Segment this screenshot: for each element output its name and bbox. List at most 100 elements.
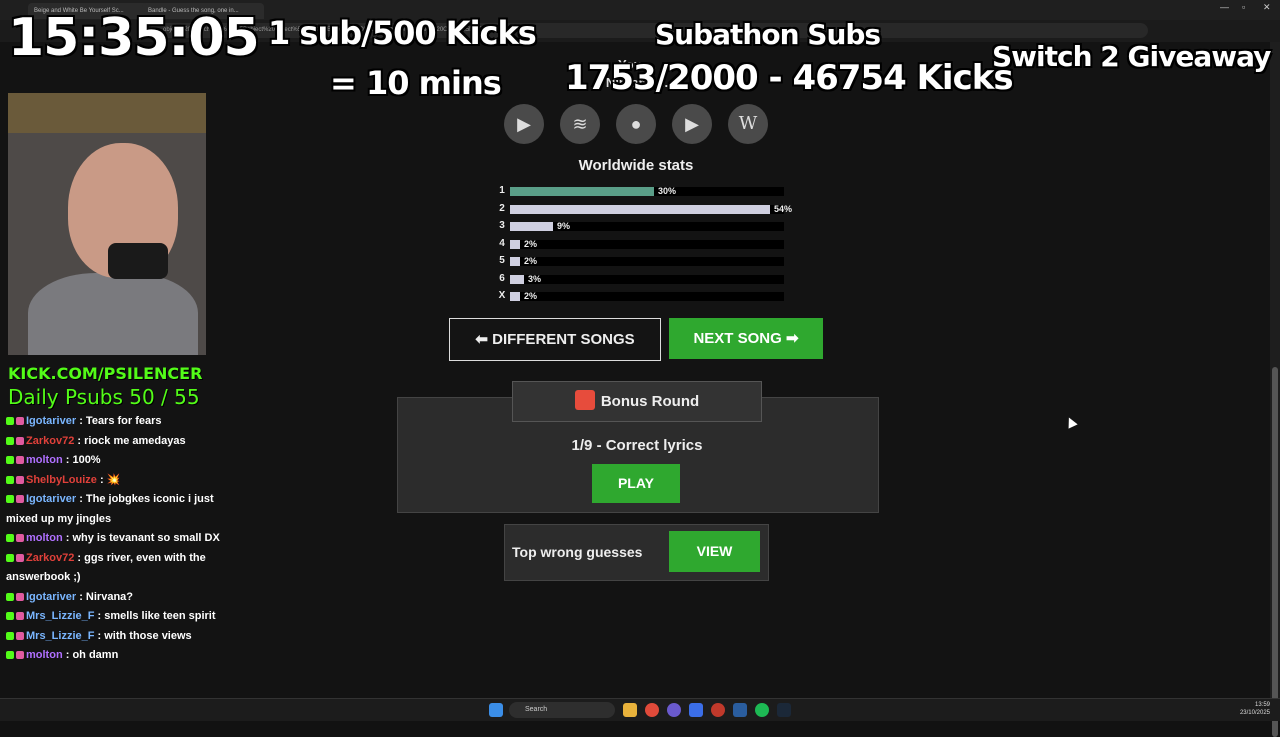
chat-separator: : (74, 434, 85, 447)
wikipedia-icon[interactable]: W (728, 104, 768, 144)
chat-text: Nirvana? (85, 590, 133, 603)
chat-separator: : (62, 454, 73, 466)
stat-bar-fill (510, 239, 520, 249)
minimize-icon[interactable]: — (1220, 2, 1229, 12)
stat-label: 6 (499, 272, 505, 284)
stat-bar-fill (510, 292, 520, 301)
play-music-icon[interactable]: ▶ (672, 104, 712, 144)
chat-username[interactable]: molton (26, 454, 63, 466)
chat-username[interactable]: molton (26, 649, 63, 661)
stat-percent: 3% (528, 273, 542, 284)
chat-username[interactable]: Mrs_Lizzie_F (26, 630, 94, 642)
stat-bar-track (510, 274, 784, 284)
chat-text: riock me amedayas (84, 434, 186, 447)
stat-bar-fill (510, 222, 553, 231)
chat-text: with those views (104, 629, 192, 642)
file-explorer-icon[interactable] (623, 703, 637, 717)
chat-text: smells like teen spirit (104, 610, 216, 622)
stat-row: 2 54% (496, 203, 796, 215)
view-button[interactable]: VIEW (669, 531, 760, 572)
app-icon-4[interactable] (689, 703, 703, 717)
kick-badge-icon (6, 631, 14, 640)
different-songs-button[interactable]: ⬅ DIFFERENT SONGS (449, 318, 661, 361)
kick-badge-icon (6, 417, 14, 426)
kick-badge-icon (6, 456, 14, 465)
kick-badge-icon (6, 651, 14, 660)
chrome-icon[interactable] (645, 703, 659, 717)
chat-message: Mrs_Lizzie_F : with those views (0, 627, 225, 647)
webcam-feed (8, 93, 206, 355)
subathon-title: Subathon Subs (655, 18, 881, 51)
chat-username[interactable]: molton (26, 532, 63, 544)
start-icon[interactable] (489, 703, 503, 717)
webcam-hoodie (28, 273, 198, 355)
stat-percent: 2% (524, 256, 538, 266)
steam-icon[interactable] (777, 703, 791, 717)
stat-row: 6 3% (496, 273, 796, 285)
stat-percent: 9% (557, 221, 571, 231)
chat-message: molton : oh damn (0, 646, 225, 666)
stat-label: 5 (499, 255, 505, 266)
youtube-icon[interactable]: ▶ (504, 104, 544, 144)
stat-bar-track (510, 257, 784, 266)
next-song-button[interactable]: NEXT SONG ➡ (669, 318, 823, 359)
chat-username[interactable]: Igotariver (26, 591, 76, 603)
chat-message: Mrs_Lizzie_F : smells like teen spirit (0, 607, 225, 627)
chat-username[interactable]: Igotariver (26, 415, 76, 427)
spotify-taskbar-icon[interactable] (755, 703, 769, 717)
chat-separator: : (76, 493, 86, 505)
chat-text: 100% (72, 454, 101, 466)
stat-label: X (498, 290, 506, 301)
app-icon-6[interactable] (733, 703, 747, 717)
gift-icon (574, 390, 595, 411)
chat-separator: : (94, 610, 105, 622)
kick-badge-icon (6, 612, 14, 621)
maximize-icon[interactable]: ▫ (1242, 2, 1245, 12)
stat-label: 4 (499, 237, 505, 249)
kick-channel-url: KICK.COM/PSILENCER (8, 364, 203, 383)
chat-text: oh damn (72, 649, 119, 661)
scrollbar[interactable] (1270, 42, 1280, 737)
chat-username[interactable]: ShelbyLouize (26, 474, 97, 486)
sub-badge-icon (16, 456, 24, 465)
kick-badge-icon (6, 553, 14, 562)
stat-percent: 2% (524, 238, 538, 249)
app-icon-3[interactable] (667, 703, 681, 717)
stat-row: 3 9% (496, 220, 796, 232)
stat-label: 2 (499, 202, 505, 214)
stat-row: 1 30% (496, 185, 796, 197)
daily-psubs-counter: Daily Psubs 50 / 55 (8, 385, 200, 409)
sub-badge-icon (16, 553, 24, 562)
taskbar-search[interactable]: Search (509, 702, 615, 718)
chat-text: 💥 (106, 473, 121, 486)
spotify-icon[interactable]: ≋ (560, 104, 600, 144)
stat-row: X 2% (496, 290, 796, 302)
chat-username[interactable]: Zarkov72 (26, 435, 74, 447)
chat-username[interactable]: Igotariver (26, 493, 76, 505)
sub-badge-icon (16, 612, 24, 621)
stat-bar-fill (510, 204, 770, 214)
kick-badge-icon (6, 534, 14, 543)
stat-bar-fill (510, 257, 520, 266)
sub-badge-icon (16, 417, 24, 426)
chat-separator: : (62, 532, 73, 544)
chat-username[interactable]: Mrs_Lizzie_F (26, 610, 94, 622)
chat-text: why is tevanant so small DX (72, 532, 220, 544)
sub-badge-icon (16, 592, 24, 601)
stat-bar-track (510, 204, 784, 214)
chat-message: Igotariver : The jobgkes iconic i just m… (0, 490, 225, 529)
play-button[interactable]: PLAY (592, 464, 680, 503)
stat-bar-fill (510, 187, 654, 196)
sub-rule-line1: 1 sub/500 Kicks (268, 14, 537, 52)
chat-username[interactable]: Zarkov72 (26, 552, 74, 564)
close-icon[interactable]: ✕ (1263, 2, 1271, 13)
apple-music-icon[interactable]: ● (616, 104, 656, 144)
obs-icon[interactable] (711, 703, 725, 717)
scrollbar-thumb[interactable] (1272, 367, 1278, 737)
sub-badge-icon (16, 651, 24, 660)
stat-row: 4 2% (496, 238, 796, 250)
stat-bar-track (510, 292, 784, 301)
giveaway-banner: Switch 2 Giveaway (992, 40, 1271, 73)
stat-percent: 54% (774, 203, 793, 214)
chat-feed: Igotariver : Tears for fears Zarkov72 : r… (0, 412, 225, 702)
